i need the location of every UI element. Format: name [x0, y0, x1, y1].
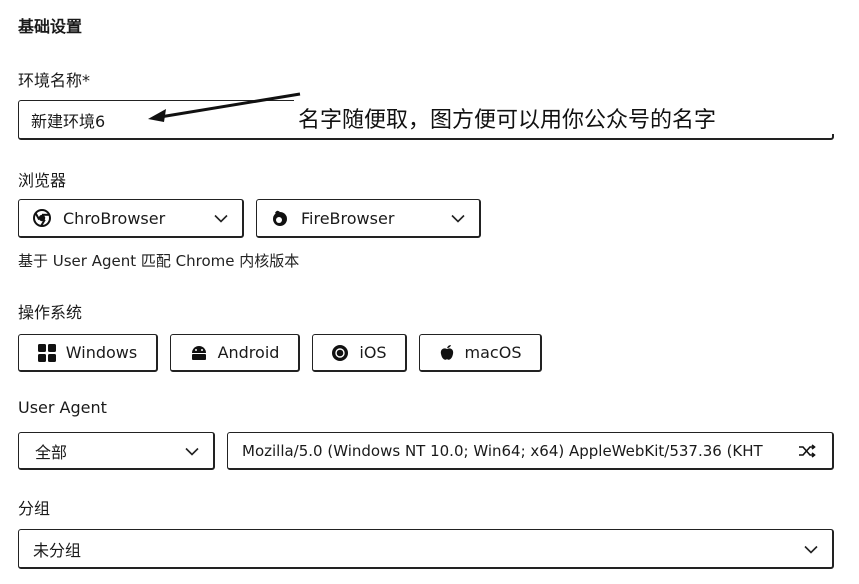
ios-icon	[331, 344, 349, 362]
firefox-icon	[271, 209, 289, 227]
browser-select-fire[interactable]: FireBrowser	[256, 199, 481, 238]
chevron-down-icon	[804, 539, 818, 558]
chevron-down-icon	[185, 441, 199, 460]
group-value: 未分组	[33, 540, 82, 560]
ua-filter-select[interactable]: 全部	[18, 432, 215, 470]
os-label: 操作系统	[18, 303, 83, 322]
shuffle-icon[interactable]	[798, 443, 816, 458]
os-label-windows: Windows	[65, 343, 138, 362]
browser-select-chro[interactable]: ChroBrowser	[18, 199, 244, 238]
apple-icon	[439, 344, 455, 362]
windows-icon	[37, 343, 56, 362]
group-label: 分组	[18, 499, 51, 518]
ua-input[interactable]: Mozilla/5.0 (Windows NT 10.0; Win64; x64…	[227, 432, 834, 470]
os-button-ios[interactable]: iOS	[312, 334, 407, 372]
annotation-text: 名字随便取，图方便可以用你公众号的名字	[298, 108, 717, 133]
os-button-windows[interactable]: Windows	[18, 334, 158, 372]
browser-option-fire: FireBrowser	[301, 208, 395, 228]
env-name-label: 环境名称*	[18, 71, 91, 90]
section-title-basic: 基础设置	[18, 17, 83, 36]
ua-filter-value: 全部	[35, 442, 68, 462]
env-name-value: 新建环境6	[31, 111, 106, 131]
os-label-ios: iOS	[359, 343, 387, 362]
android-icon	[190, 344, 208, 362]
annotation-arrow	[148, 92, 301, 122]
browser-option-chro: ChroBrowser	[63, 208, 166, 228]
browser-hint: 基于 User Agent 匹配 Chrome 内核版本	[18, 252, 300, 270]
ua-label: User Agent	[18, 398, 107, 417]
ua-value: Mozilla/5.0 (Windows NT 10.0; Win64; x64…	[242, 441, 763, 460]
chevron-down-icon	[214, 209, 228, 228]
os-button-android[interactable]: Android	[170, 334, 300, 372]
chevron-down-icon	[451, 209, 465, 228]
os-button-macos[interactable]: macOS	[419, 334, 542, 372]
chrome-icon	[33, 209, 51, 227]
os-label-android: Android	[217, 343, 280, 362]
group-select[interactable]: 未分组	[18, 529, 834, 569]
os-label-macos: macOS	[464, 343, 522, 362]
browser-label: 浏览器	[18, 171, 67, 190]
